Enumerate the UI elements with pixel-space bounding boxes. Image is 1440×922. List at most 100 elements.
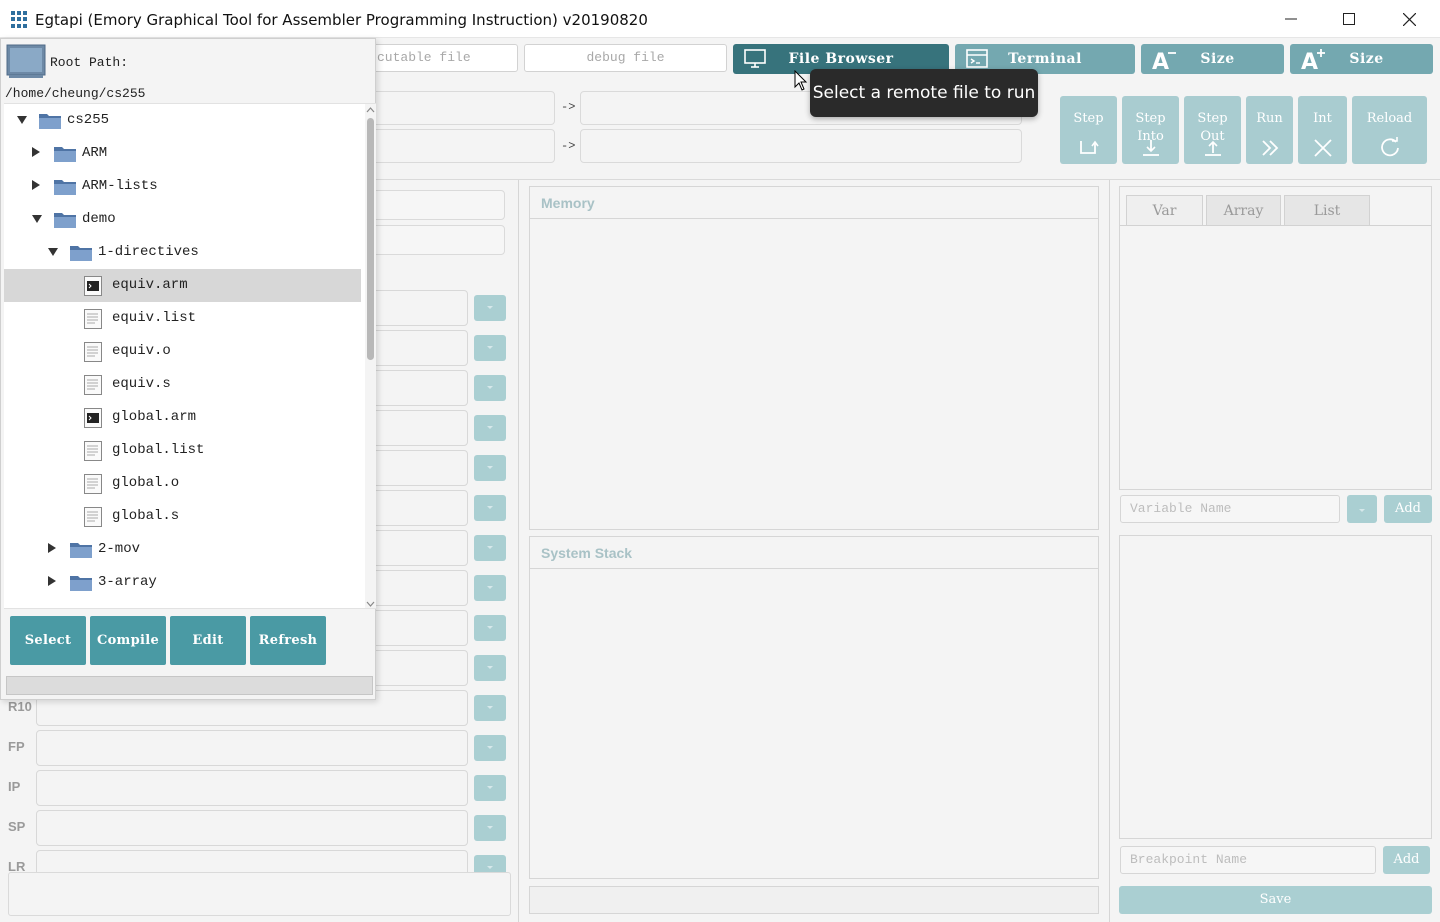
tree-folder-row[interactable]: 2-mov — [4, 533, 361, 566]
minimize-button[interactable] — [1262, 0, 1320, 38]
register-format-dropdown[interactable] — [474, 735, 506, 761]
save-button[interactable]: Save — [1119, 886, 1432, 914]
tree-file-row[interactable]: global.arm — [4, 401, 361, 434]
register-label: IP — [8, 779, 21, 794]
step-out-icon — [1204, 140, 1221, 156]
tree-item-label: demo — [82, 211, 116, 227]
register-format-dropdown[interactable] — [474, 495, 506, 521]
maximize-icon — [1343, 13, 1355, 25]
register-format-dropdown[interactable] — [474, 655, 506, 681]
dest-input-2[interactable] — [580, 129, 1022, 163]
watch-panel — [1119, 186, 1432, 490]
tree-folder-row[interactable]: ARM-lists — [4, 170, 361, 203]
register-format-dropdown[interactable] — [474, 575, 506, 601]
system-stack-panel: System Stack — [529, 536, 1099, 879]
tab-var[interactable]: Var — [1126, 195, 1203, 225]
step-out-button[interactable]: Step Out — [1184, 96, 1241, 164]
debug-file-input[interactable]: debug file — [524, 44, 727, 72]
folder-icon — [69, 572, 93, 597]
collapse-triangle-icon[interactable] — [17, 116, 27, 124]
breakpoint-name-input[interactable]: Breakpoint Name — [1120, 846, 1376, 874]
tree-folder-row[interactable]: demo — [4, 203, 361, 236]
computer-icon — [6, 44, 46, 78]
step-label: Step — [1073, 111, 1104, 126]
tree-folder-row[interactable]: 3-array — [4, 566, 361, 599]
tab-list[interactable]: List — [1284, 195, 1370, 225]
interrupt-button[interactable]: Int — [1298, 96, 1347, 164]
register-format-dropdown[interactable] — [474, 815, 506, 841]
text-file-icon — [83, 440, 103, 467]
compile-button[interactable]: Compile — [90, 616, 166, 665]
tree-item-label: 1-directives — [98, 244, 199, 260]
font-size-increase-button[interactable]: A Size — [1290, 44, 1433, 74]
minimize-icon — [1285, 18, 1297, 20]
tree-file-row[interactable]: equiv.o — [4, 335, 361, 368]
text-file-icon — [83, 506, 103, 533]
register-format-dropdown[interactable] — [474, 375, 506, 401]
edit-button[interactable]: Edit — [170, 616, 246, 665]
reload-icon — [1380, 137, 1399, 157]
font-size-decrease-button[interactable]: A Size — [1141, 44, 1284, 74]
run-button[interactable]: Run — [1246, 96, 1293, 164]
close-button[interactable] — [1380, 0, 1438, 38]
reload-button[interactable]: Reload — [1352, 96, 1427, 164]
step-out-label-1: Step — [1197, 111, 1228, 126]
right-divider — [1109, 180, 1110, 922]
maximize-button[interactable] — [1320, 0, 1378, 38]
tab-array[interactable]: Array — [1206, 195, 1281, 225]
register-field[interactable] — [36, 810, 468, 846]
variable-name-input[interactable]: Variable Name — [1120, 495, 1340, 523]
memory-title: Memory — [530, 187, 1098, 219]
register-format-dropdown[interactable] — [474, 695, 506, 721]
variable-type-dropdown[interactable] — [1347, 495, 1377, 523]
collapse-triangle-icon[interactable] — [32, 215, 42, 223]
tree-item-label: global.o — [112, 475, 180, 491]
tree-file-row[interactable]: equiv.arm — [4, 269, 361, 302]
reload-label: Reload — [1366, 111, 1413, 126]
text-file-icon — [83, 374, 103, 401]
tree-item-label: global.s — [112, 508, 180, 524]
tree-file-row[interactable]: global.list — [4, 434, 361, 467]
step-into-button[interactable]: Step Into — [1122, 96, 1179, 164]
tree-folder-row[interactable]: 1-directives — [4, 236, 361, 269]
folder-icon — [69, 242, 93, 267]
tree-folder-row[interactable]: ARM — [4, 137, 361, 170]
root-path-value: /home/cheung/cs255 — [5, 86, 146, 101]
expand-triangle-icon[interactable] — [48, 543, 56, 553]
register-format-dropdown[interactable] — [474, 295, 506, 321]
select-button[interactable]: Select — [10, 616, 86, 665]
expand-triangle-icon[interactable] — [48, 576, 56, 586]
add-variable-button[interactable]: Add — [1384, 495, 1432, 523]
register-field[interactable] — [36, 770, 468, 806]
folder-icon — [53, 143, 77, 168]
refresh-button[interactable]: Refresh — [250, 616, 326, 665]
collapse-triangle-icon[interactable] — [48, 248, 58, 256]
tree-scroll-thumb[interactable] — [367, 118, 374, 360]
tree-scrollbar[interactable] — [365, 104, 376, 608]
register-format-dropdown[interactable] — [474, 615, 506, 641]
step-into-icon — [1142, 140, 1159, 156]
add-breakpoint-button[interactable]: Add — [1383, 846, 1430, 874]
expand-triangle-icon[interactable] — [32, 147, 40, 157]
tree-item-label: global.list — [112, 442, 205, 458]
register-format-dropdown[interactable] — [474, 775, 506, 801]
scroll-down-icon — [366, 601, 375, 607]
tree-file-row[interactable]: global.s — [4, 500, 361, 533]
register-field[interactable] — [36, 730, 468, 766]
tree-folder-row[interactable]: cs255 — [4, 104, 361, 137]
executable-file-icon — [83, 407, 103, 434]
register-format-dropdown[interactable] — [474, 535, 506, 561]
file-browser-label: File Browser — [788, 51, 894, 67]
expand-triangle-icon[interactable] — [32, 180, 40, 190]
register-format-dropdown[interactable] — [474, 335, 506, 361]
tree-file-row[interactable]: equiv.list — [4, 302, 361, 335]
register-format-dropdown[interactable] — [474, 415, 506, 441]
file-browser-popup: Root Path: /home/cheung/cs255 cs255 ARM AR… — [0, 38, 376, 700]
tree-file-row[interactable]: equiv.s — [4, 368, 361, 401]
register-label: SP — [8, 819, 26, 834]
step-button[interactable]: Step — [1060, 96, 1117, 164]
tree-file-row[interactable]: global.o — [4, 467, 361, 500]
register-format-dropdown[interactable] — [474, 455, 506, 481]
tree-item-label: ARM — [82, 145, 108, 161]
executable-file-icon — [83, 275, 103, 302]
